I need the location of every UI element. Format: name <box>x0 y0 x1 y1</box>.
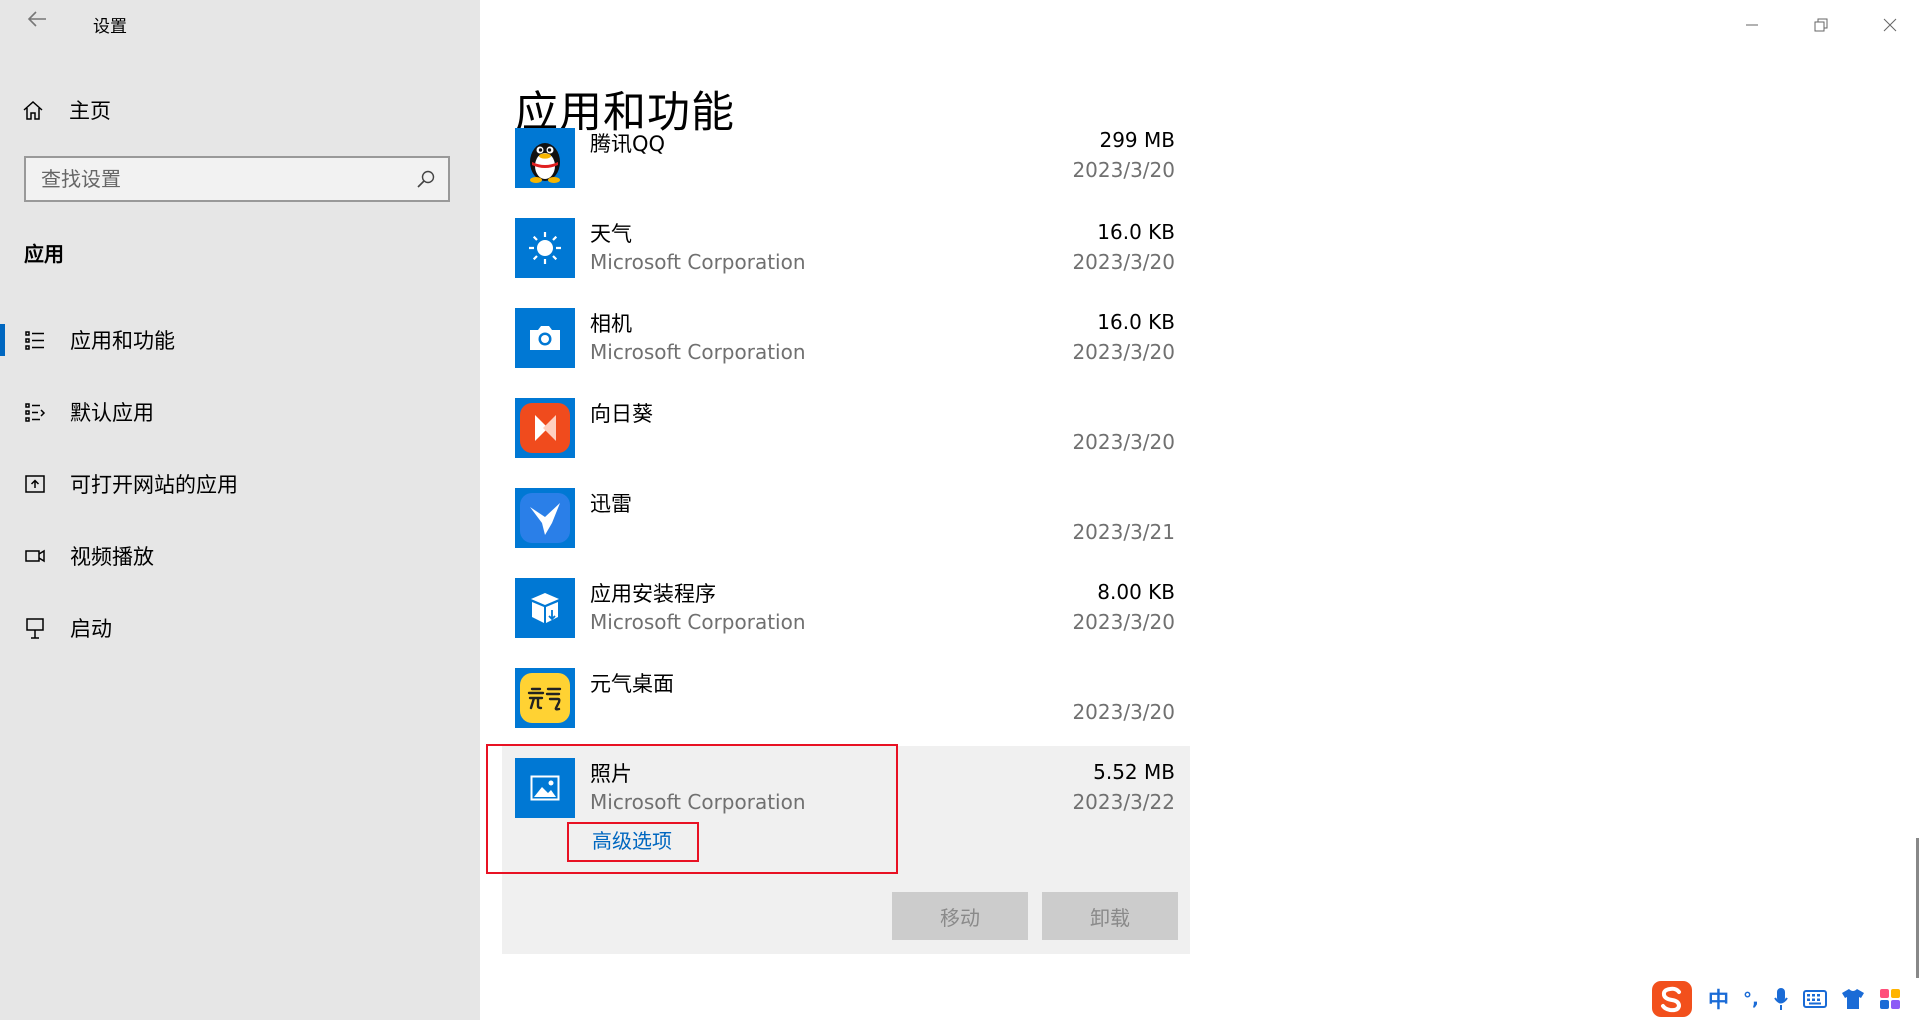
app-row-xunlei[interactable]: 迅雷 2023/3/21 <box>505 478 1185 568</box>
app-row-yuanqi[interactable]: 元气桌面 2023/3/20 <box>505 658 1185 748</box>
scrollbar[interactable] <box>1916 838 1919 998</box>
ime-toolbar: 中 °, <box>1650 978 1920 1020</box>
app-date: 2023/3/20 <box>1072 700 1175 724</box>
skin-shirt-icon[interactable] <box>1841 988 1865 1010</box>
app-date: 2023/3/20 <box>1072 158 1175 182</box>
sogou-logo-icon[interactable] <box>1650 979 1694 1019</box>
uninstall-button[interactable]: 卸载 <box>1042 892 1178 940</box>
app-publisher: Microsoft Corporation <box>590 610 806 634</box>
home-icon <box>23 100 43 120</box>
sidebar-item-label: 视频播放 <box>70 545 154 569</box>
app-name: 向日葵 <box>590 402 653 426</box>
close-icon <box>1883 18 1897 32</box>
app-name: 天气 <box>590 222 632 246</box>
restore-icon <box>1814 18 1828 32</box>
sidebar-item-label: 可打开网站的应用 <box>70 473 238 497</box>
app-publisher: Microsoft Corporation <box>590 250 806 274</box>
xunlei-bird-icon <box>515 488 575 548</box>
search-icon[interactable] <box>416 169 436 189</box>
default-apps-icon <box>25 403 46 422</box>
app-size: 5.52 MB <box>1093 760 1175 784</box>
settings-search-box[interactable] <box>24 156 450 202</box>
sidebar-item-label: 应用和功能 <box>70 329 175 353</box>
yuanqi-desktop-icon <box>515 668 575 728</box>
app-name: 相机 <box>590 312 632 336</box>
app-date: 2023/3/20 <box>1072 250 1175 274</box>
app-date: 2023/3/20 <box>1072 610 1175 634</box>
app-row-qq[interactable]: 腾讯QQ 299 MB 2023/3/20 <box>505 118 1185 198</box>
app-size: 8.00 KB <box>1097 580 1175 604</box>
sidebar-item-video-playback[interactable]: 视频播放 <box>0 532 480 580</box>
back-arrow-icon[interactable] <box>24 8 50 38</box>
app-row-app-installer[interactable]: 应用安装程序 Microsoft Corporation 8.00 KB 202… <box>505 568 1185 658</box>
startup-icon <box>26 618 44 639</box>
app-date: 2023/3/21 <box>1072 520 1175 544</box>
app-date: 2023/3/20 <box>1072 340 1175 364</box>
microphone-icon[interactable] <box>1773 987 1789 1011</box>
app-name: 迅雷 <box>590 492 632 516</box>
sidebar-item-startup[interactable]: 启动 <box>0 604 480 652</box>
app-name: 腾讯QQ <box>590 132 666 156</box>
restore-button[interactable] <box>1798 10 1844 40</box>
qq-penguin-icon <box>515 128 575 188</box>
app-size: 16.0 KB <box>1097 310 1175 334</box>
minimize-icon <box>1746 24 1758 26</box>
section-title: 应用 <box>24 242 64 266</box>
app-name: 应用安装程序 <box>590 582 716 606</box>
sidebar-item-label: 启动 <box>70 617 112 641</box>
app-date: 2023/3/20 <box>1072 430 1175 454</box>
sunlogin-icon <box>515 398 575 458</box>
apps-for-websites-icon <box>25 475 45 493</box>
sidebar-item-label: 默认应用 <box>70 401 154 425</box>
app-name: 元气桌面 <box>590 672 674 696</box>
home-label: 主页 <box>69 99 111 123</box>
app-size: 299 MB <box>1099 128 1175 152</box>
weather-sun-icon <box>515 218 575 278</box>
highlight-box-advanced-options <box>567 822 699 862</box>
close-button[interactable] <box>1867 10 1913 40</box>
app-row-camera[interactable]: 相机 Microsoft Corporation 16.0 KB 2023/3/… <box>505 298 1185 388</box>
window-title: 设置 <box>93 17 127 37</box>
toolbox-grid-icon[interactable] <box>1879 988 1901 1010</box>
move-button[interactable]: 移动 <box>892 892 1028 940</box>
camera-icon <box>515 308 575 368</box>
sidebar-item-default-apps[interactable]: 默认应用 <box>0 388 480 436</box>
app-row-weather[interactable]: 天气 Microsoft Corporation 16.0 KB 2023/3/… <box>505 208 1185 298</box>
sidebar-item-apps-for-websites[interactable]: 可打开网站的应用 <box>0 460 480 508</box>
home-nav-item[interactable]: 主页 <box>22 92 111 128</box>
apps-list-icon <box>25 331 44 350</box>
video-playback-icon <box>25 549 45 563</box>
sidebar <box>0 0 480 1020</box>
search-input[interactable] <box>41 158 401 200</box>
ime-mode-label[interactable]: 中 <box>1708 984 1729 1014</box>
app-size: 16.0 KB <box>1097 220 1175 244</box>
keyboard-icon[interactable] <box>1802 990 1827 1008</box>
sidebar-item-apps-features[interactable]: 应用和功能 <box>0 316 480 364</box>
app-row-sunlogin[interactable]: 向日葵 2023/3/20 <box>505 388 1185 478</box>
app-publisher: Microsoft Corporation <box>590 340 806 364</box>
app-date: 2023/3/22 <box>1072 790 1175 814</box>
minimize-button[interactable] <box>1729 10 1775 40</box>
app-installer-box-icon <box>515 578 575 638</box>
ime-punct-label[interactable]: °, <box>1743 989 1759 1010</box>
